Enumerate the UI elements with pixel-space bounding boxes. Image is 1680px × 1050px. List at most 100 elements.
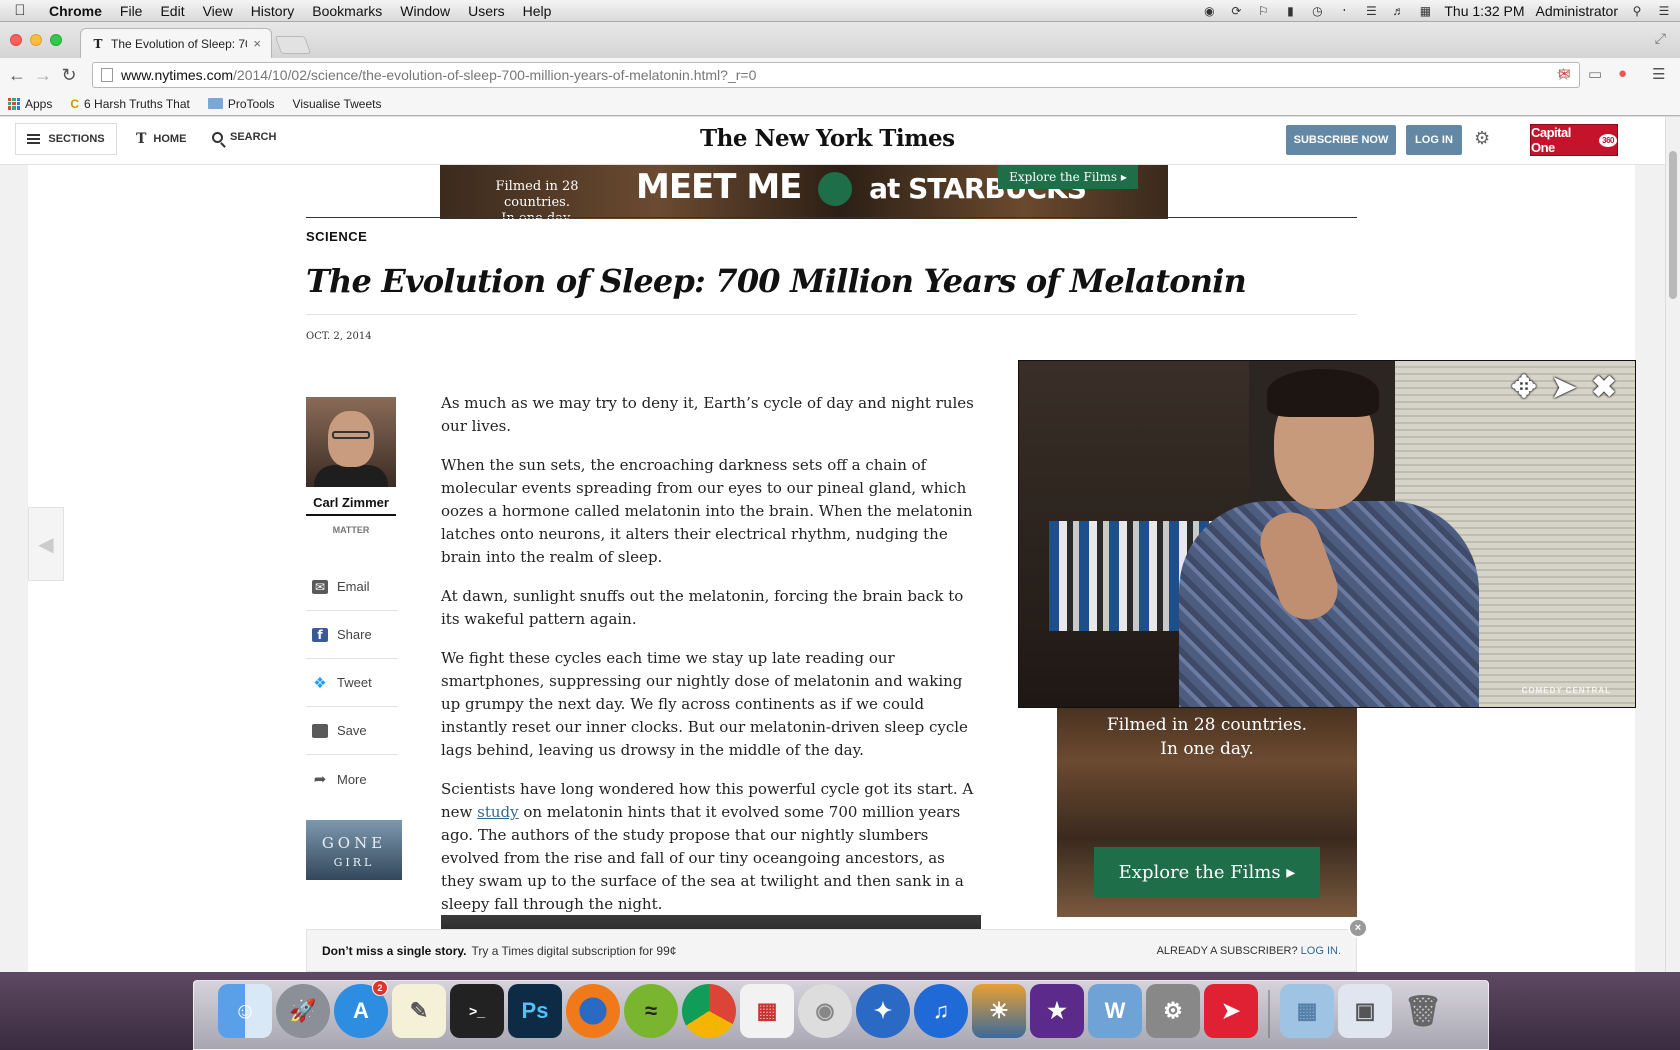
notification-icon[interactable]: ⚐ bbox=[1255, 4, 1271, 18]
sync-icon[interactable]: ⟳ bbox=[1228, 4, 1244, 18]
capital-one-ad[interactable]: Capital One 360 bbox=[1530, 124, 1618, 156]
move-icon[interactable]: ✥ bbox=[1507, 371, 1541, 405]
apple-menu-icon[interactable]:  bbox=[0, 2, 40, 19]
starbucks-banner-ad[interactable]: Filmed in 28 countries. In one day. MEET… bbox=[440, 165, 1168, 219]
menu-bookmarks[interactable]: Bookmarks bbox=[303, 3, 391, 19]
spotlight-search-icon[interactable]: ⚲ bbox=[1629, 4, 1645, 18]
section-label[interactable]: SCIENCE bbox=[306, 229, 367, 244]
back-arrow-icon[interactable]: ← bbox=[4, 65, 30, 86]
bookmark-apps[interactable]: Apps bbox=[8, 97, 52, 111]
itunes-icon[interactable]: ♫ bbox=[914, 984, 968, 1038]
save-folder-icon bbox=[312, 723, 328, 738]
bookmark-visualise-tweets[interactable]: Visualise Tweets bbox=[28, 97, 382, 153]
chrome-icon[interactable] bbox=[682, 984, 736, 1038]
downloads-stack-icon[interactable]: ▣ bbox=[1338, 984, 1392, 1038]
side-ad-cta[interactable]: Explore the Films ▸ bbox=[1094, 847, 1320, 897]
menu-history[interactable]: History bbox=[242, 3, 304, 19]
menu-file[interactable]: File bbox=[111, 3, 152, 19]
search-label: SEARCH bbox=[230, 131, 277, 143]
menu-help[interactable]: Help bbox=[514, 3, 561, 19]
word-icon[interactable]: W bbox=[1088, 984, 1142, 1038]
address-bar[interactable]: www.nytimes.com /2014/10/02/science/the-… bbox=[92, 62, 1580, 88]
subscription-offer-link[interactable]: Try a Times digital subscription for 99¢ bbox=[471, 944, 676, 958]
menu-users[interactable]: Users bbox=[459, 3, 514, 19]
share-more[interactable]: ➦ More bbox=[306, 755, 398, 803]
notification-center-icon[interactable]: ☰ bbox=[1656, 4, 1672, 18]
menu-app-name[interactable]: Chrome bbox=[40, 3, 111, 19]
evernote-icon[interactable]: ◉ bbox=[1201, 4, 1217, 18]
browser-tab-strip: T The Evolution of Sleep: 70( × ⤢ bbox=[0, 22, 1680, 58]
battery-icon[interactable]: ▮ bbox=[1282, 4, 1298, 18]
banner-ad-cta[interactable]: Explore the Films ▸ bbox=[998, 165, 1138, 189]
menu-view[interactable]: View bbox=[194, 3, 242, 19]
photoshop-icon[interactable]: Ps bbox=[508, 984, 562, 1038]
share-email[interactable]: ✉ Email bbox=[306, 563, 398, 611]
tab-close-icon[interactable]: × bbox=[253, 36, 261, 51]
subscriber-login-link[interactable]: LOG IN. bbox=[1301, 945, 1341, 957]
study-link[interactable]: study bbox=[477, 803, 518, 821]
terminal-icon[interactable]: >_ bbox=[450, 984, 504, 1038]
photo-face bbox=[328, 411, 374, 467]
author-name[interactable]: Carl Zimmer bbox=[306, 495, 396, 516]
scrollbar-thumb[interactable] bbox=[1669, 151, 1677, 299]
share-twitter[interactable]: ❖ Tweet bbox=[306, 659, 398, 707]
gear-icon[interactable]: ⚙ bbox=[1474, 128, 1490, 149]
spotify-icon[interactable]: ≈ bbox=[624, 984, 678, 1038]
window-close-button[interactable] bbox=[10, 34, 22, 46]
menubar-clock[interactable]: Thu 1:32 PM bbox=[1444, 3, 1524, 19]
search-button[interactable]: SEARCH bbox=[212, 131, 276, 143]
iphoto-icon[interactable]: ☀ bbox=[972, 984, 1026, 1038]
subscription-close-icon[interactable]: × bbox=[1348, 918, 1368, 938]
pin-icon[interactable]: ➤ bbox=[1547, 371, 1581, 405]
applications-folder-icon[interactable]: ▦ bbox=[1280, 984, 1334, 1038]
gone-girl-ad[interactable]: GONE GIRL bbox=[306, 820, 402, 880]
page-scrollbar[interactable] bbox=[1665, 117, 1680, 972]
new-tab-button[interactable] bbox=[274, 36, 312, 54]
column-name[interactable]: MATTER bbox=[306, 525, 396, 535]
author-photo[interactable] bbox=[306, 397, 396, 487]
forward-arrow-icon[interactable]: → bbox=[30, 65, 56, 86]
previous-article-arrow[interactable]: ◀ bbox=[28, 507, 64, 581]
launcher-grid-icon[interactable]: ▦ bbox=[740, 984, 794, 1038]
launchpad-icon[interactable]: 🚀 bbox=[276, 984, 330, 1038]
sections-button[interactable]: SECTIONS bbox=[15, 123, 117, 155]
imovie-icon[interactable]: ★ bbox=[1030, 984, 1084, 1038]
textedit-icon[interactable]: ✎ bbox=[392, 984, 446, 1038]
firefox-icon[interactable] bbox=[566, 984, 620, 1038]
pinned-app-icon[interactable]: ➤ bbox=[1204, 984, 1258, 1038]
window-zoom-button[interactable] bbox=[50, 34, 62, 46]
bluetooth-icon[interactable]: ᛫ bbox=[1336, 4, 1352, 18]
volume-icon[interactable]: ♬ bbox=[1390, 4, 1406, 18]
gmail-extension-icon[interactable]: ✉ bbox=[1558, 65, 1571, 83]
subscribe-button[interactable]: SUBSCRIBE NOW bbox=[1286, 125, 1396, 155]
system-preferences-icon[interactable]: ⚙ bbox=[1146, 984, 1200, 1038]
menubar-user[interactable]: Administrator bbox=[1536, 3, 1618, 19]
calendar-icon[interactable]: ▦ bbox=[1417, 4, 1433, 18]
safari-icon[interactable]: ✦ bbox=[856, 984, 910, 1038]
home-button[interactable]: T HOME bbox=[136, 131, 186, 147]
reload-icon[interactable]: ↻ bbox=[56, 65, 82, 86]
cast-extension-icon[interactable]: ▭ bbox=[1588, 65, 1602, 83]
bookmark-protools[interactable]: ProTools bbox=[207, 97, 275, 111]
floating-video-player[interactable]: ✥ ➤ ✖ COMEDY CENTRAL bbox=[1018, 360, 1636, 708]
wifi-icon[interactable]: ☰ bbox=[1363, 4, 1379, 18]
record-extension-icon[interactable]: ● bbox=[1618, 65, 1627, 82]
app-store-icon[interactable]: A2 bbox=[334, 980, 388, 1038]
share-facebook[interactable]: f Share bbox=[306, 611, 398, 659]
trash-icon[interactable]: 🗑 bbox=[1396, 984, 1450, 1038]
nyt-logo[interactable]: The New York Times bbox=[700, 125, 955, 152]
close-icon[interactable]: ✖ bbox=[1587, 371, 1621, 405]
time-machine-icon[interactable]: ◷ bbox=[1309, 4, 1325, 18]
chrome-menu-icon[interactable]: ☰ bbox=[1652, 65, 1665, 83]
fullscreen-icon[interactable]: ⤢ bbox=[1655, 30, 1666, 47]
menu-edit[interactable]: Edit bbox=[151, 3, 193, 19]
bookmark-harsh-truths[interactable]: C 6 Harsh Truths That bbox=[70, 97, 190, 111]
browser-tab-active[interactable]: T The Evolution of Sleep: 70( × bbox=[80, 28, 272, 58]
menu-window[interactable]: Window bbox=[391, 3, 459, 19]
sections-label: SECTIONS bbox=[48, 133, 105, 145]
ghost-app-icon[interactable]: ◉ bbox=[798, 984, 852, 1038]
finder-icon[interactable]: ☺ bbox=[218, 984, 272, 1038]
window-minimize-button[interactable] bbox=[30, 34, 42, 46]
share-save[interactable]: Save bbox=[306, 707, 398, 755]
login-button[interactable]: LOG IN bbox=[1406, 125, 1462, 155]
